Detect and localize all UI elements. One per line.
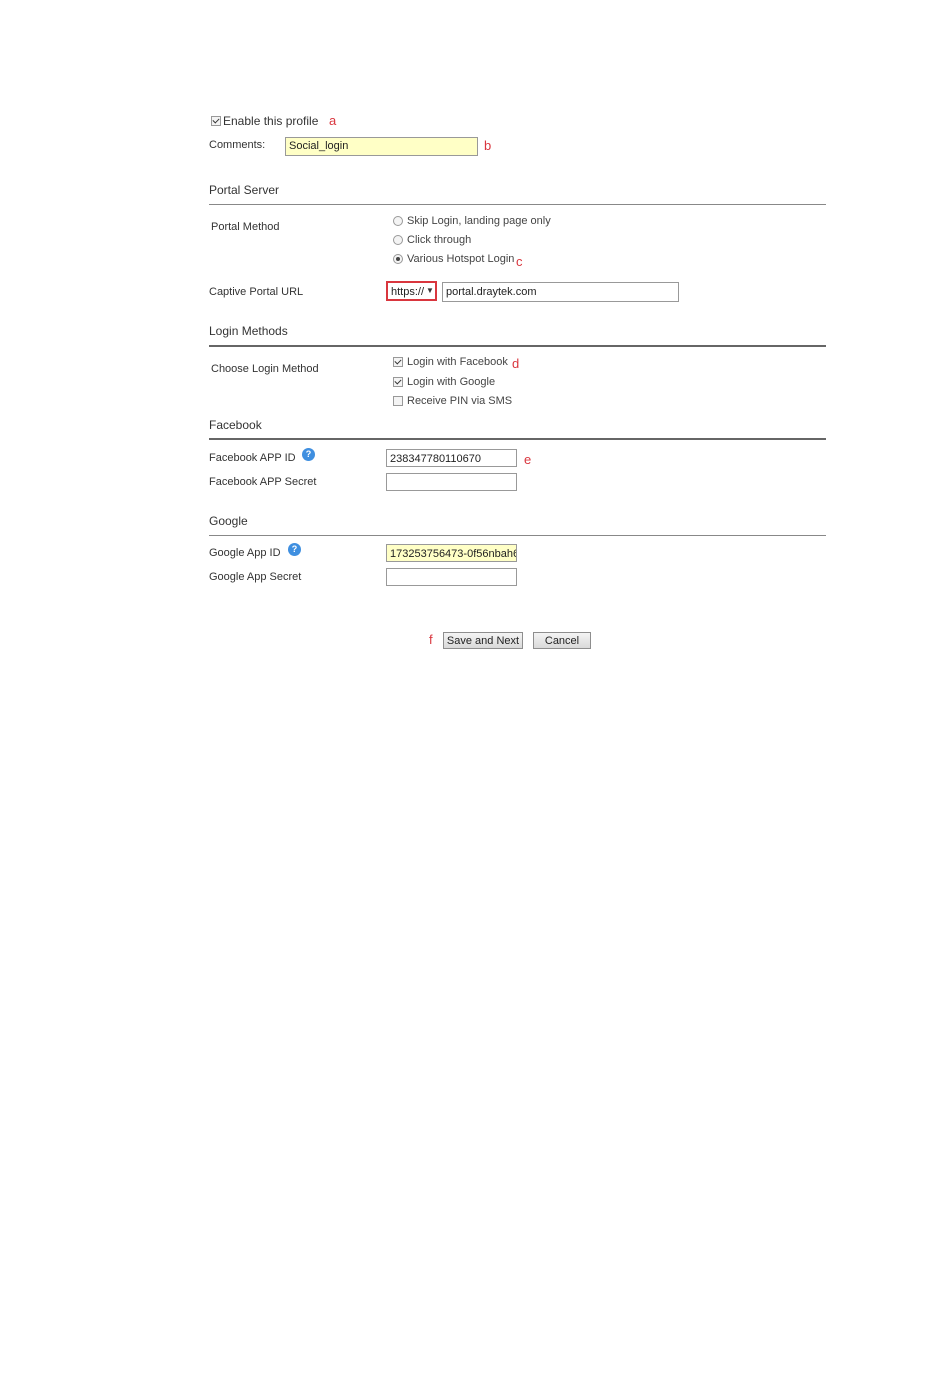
facebook-app-secret-label: Facebook APP Secret xyxy=(209,476,317,488)
comments-input[interactable]: Social_login xyxy=(285,137,478,156)
google-app-id-label: Google App ID xyxy=(209,547,281,559)
chevron-down-icon: ▼ xyxy=(426,286,434,295)
portal-method-radio-click-through[interactable] xyxy=(393,235,403,245)
portal-method-option-label: Click through xyxy=(407,234,472,246)
cancel-button[interactable]: Cancel xyxy=(533,632,591,649)
login-facebook-checkbox[interactable] xyxy=(393,357,403,367)
annotation-e: e xyxy=(524,452,532,467)
annotation-c: c xyxy=(516,254,523,269)
login-methods-heading: Login Methods xyxy=(209,324,288,338)
google-heading: Google xyxy=(209,514,248,528)
portal-server-divider xyxy=(209,204,826,205)
portal-method-option-label: Various Hotspot Login xyxy=(407,253,515,265)
facebook-divider xyxy=(209,438,826,440)
portal-server-heading: Portal Server xyxy=(209,183,280,197)
portal-method-radio-skip-login[interactable] xyxy=(393,216,403,226)
portal-method-label: Portal Method xyxy=(211,221,280,233)
annotation-b: b xyxy=(484,138,492,153)
portal-method-option-label: Skip Login, landing page only xyxy=(407,215,551,227)
comments-label: Comments: xyxy=(209,139,266,151)
login-methods-divider xyxy=(209,345,826,347)
enable-profile-label: Enable this profile xyxy=(223,114,319,128)
google-divider xyxy=(209,535,826,536)
login-method-option-label: Login with Facebook xyxy=(407,356,508,368)
google-app-secret-input[interactable] xyxy=(386,568,517,586)
portal-url-input[interactable]: portal.draytek.com xyxy=(442,282,679,302)
annotation-f: f xyxy=(429,632,433,647)
facebook-heading: Facebook xyxy=(209,418,262,432)
login-method-option-label: Receive PIN via SMS xyxy=(407,395,513,407)
protocol-select-value: https:// xyxy=(391,286,425,298)
receive-pin-sms-checkbox[interactable] xyxy=(393,396,403,406)
portal-method-radio-hotspot-login[interactable] xyxy=(393,254,403,264)
annotation-a: a xyxy=(329,113,337,128)
facebook-app-secret-input[interactable] xyxy=(386,473,517,491)
facebook-app-id-input[interactable]: 238347780110670 xyxy=(386,449,517,467)
protocol-select[interactable]: https:// ▼ xyxy=(386,281,437,301)
save-and-next-button[interactable]: Save and Next xyxy=(443,632,523,649)
login-google-checkbox[interactable] xyxy=(393,377,403,387)
facebook-app-id-label: Facebook APP ID xyxy=(209,452,296,464)
google-app-id-input[interactable]: 173253756473-0f56nbah63 xyxy=(386,544,517,562)
annotation-d: d xyxy=(512,356,520,371)
help-icon[interactable]: ? xyxy=(302,448,315,461)
captive-portal-url-label: Captive Portal URL xyxy=(209,286,304,298)
login-method-option-label: Login with Google xyxy=(407,376,496,388)
google-app-secret-label: Google App Secret xyxy=(209,571,302,583)
enable-profile-checkbox[interactable] xyxy=(211,116,221,126)
choose-login-method-label: Choose Login Method xyxy=(211,363,319,375)
help-icon[interactable]: ? xyxy=(288,543,301,556)
